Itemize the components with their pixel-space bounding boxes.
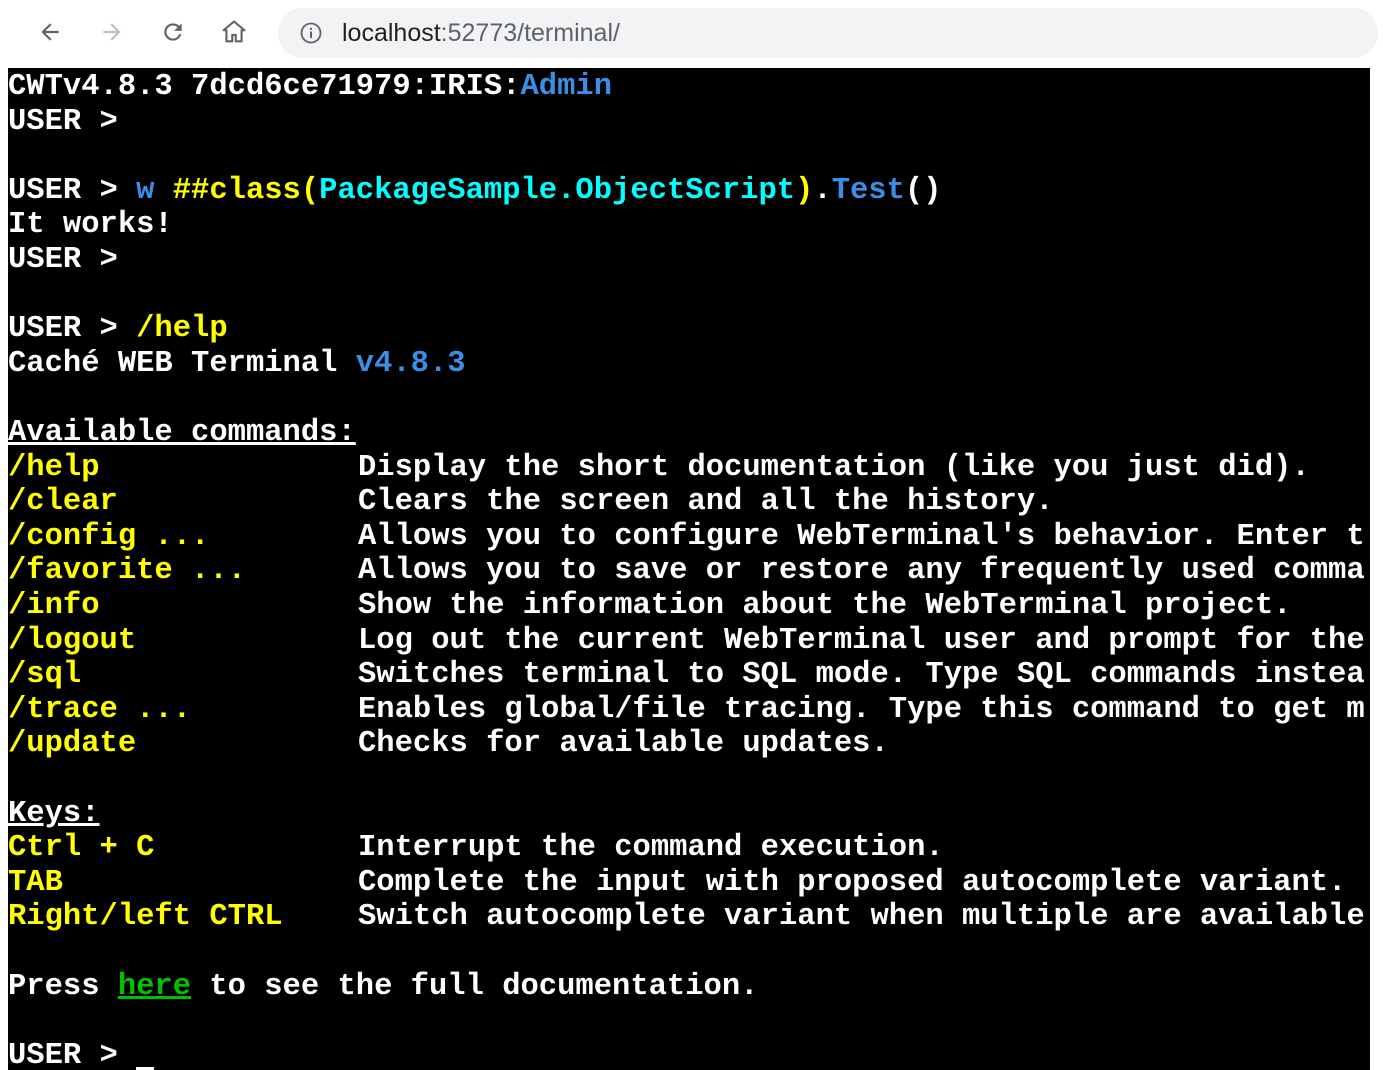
terminal-version: v4.8.3 — [355, 346, 466, 381]
info-icon[interactable] — [300, 22, 322, 44]
cmd-args: () — [904, 173, 942, 208]
command-row: /update Checks for available updates. — [8, 727, 889, 762]
help-command: /help — [136, 312, 228, 347]
command-row: /help Display the short documentation (li… — [8, 450, 1310, 486]
cmd-method: Test — [831, 173, 905, 208]
key-row: Ctrl + C Interrupt the command execution. — [8, 831, 944, 866]
command-description: Display the short documentation (like yo… — [358, 450, 1310, 485]
key-description: Switch autocomplete variant when multipl… — [358, 900, 1365, 935]
command-name: /favorite ... — [8, 554, 246, 589]
command-name: /update — [8, 727, 137, 762]
terminal-title-line: Caché WEB Terminal v4.8.3 — [8, 347, 466, 382]
command-row: /logout Log out the current WebTerminal u… — [8, 623, 1365, 659]
commands-heading: Available commands: — [8, 416, 356, 450]
url-text[interactable]: localhost:52773/terminal/ — [342, 19, 620, 48]
key-name: TAB — [8, 865, 63, 900]
terminal-header-line: CWTv4.8.3 7dcd6ce71979:IRIS:Admin — [8, 70, 612, 105]
keys-heading: Keys: — [8, 796, 100, 831]
output-text: It works! — [8, 208, 173, 243]
command-name: /help — [8, 450, 100, 485]
prompt-line: USER > — [8, 243, 136, 278]
command-line-2: USER > /help — [8, 312, 228, 347]
command-row: /clear Clears the screen and all the hist… — [8, 485, 1054, 520]
url-host: localhost — [342, 18, 441, 47]
cmd-paren-close: ) — [795, 173, 814, 208]
home-icon — [220, 18, 248, 46]
command-description: Show the information about the WebTermin… — [358, 589, 1292, 623]
header-namespace: Admin — [520, 70, 612, 104]
back-button[interactable] — [32, 14, 68, 50]
prompt: USER > — [8, 1038, 137, 1070]
prompt: USER > — [8, 312, 137, 347]
key-name: Right/left CTRL — [8, 900, 283, 935]
documentation-link[interactable]: here — [118, 970, 191, 1004]
key-row: TAB Complete the input with proposed auto… — [8, 865, 1346, 901]
command-name: /logout — [8, 623, 137, 658]
cmd-hash-class: ##class — [172, 173, 301, 208]
cmd-paren-open: ( — [300, 173, 320, 208]
press-prefix: Press — [8, 969, 118, 1004]
cmd-class-name: PackageSample.ObjectScript — [319, 173, 796, 208]
key-row: Right/left CTRL Switch autocomplete varia… — [8, 900, 1365, 935]
forward-icon — [99, 19, 125, 45]
command-description: Enables global/file tracing. Type this c… — [358, 692, 1365, 727]
press-suffix: to see the full documentation. — [191, 969, 759, 1004]
input-prompt-line[interactable]: USER > — [8, 1038, 155, 1070]
command-description: Log out the current WebTerminal user and… — [358, 623, 1365, 658]
prompt: USER > — [8, 243, 137, 277]
forward-button[interactable] — [94, 14, 130, 50]
key-name: Ctrl + C — [8, 831, 155, 866]
prompt: USER > — [8, 104, 137, 139]
prompt: USER > — [8, 173, 137, 208]
command-description: Clears the screen and all the history. — [358, 485, 1054, 520]
command-description: Allows you to configure WebTerminal's be… — [358, 519, 1365, 554]
command-row: /sql Switches terminal to SQL mode. Type … — [8, 658, 1365, 693]
output-line-1: It works! — [8, 208, 173, 243]
key-description: Interrupt the command execution. — [358, 831, 944, 866]
reload-button[interactable] — [155, 14, 191, 50]
command-description: Allows you to save or restore any freque… — [358, 554, 1365, 589]
command-description: Switches terminal to SQL mode. Type SQL … — [358, 658, 1365, 693]
command-row: /config ... Allows you to configure WebTe… — [8, 519, 1365, 555]
reload-icon — [160, 19, 186, 45]
terminal-title: Caché WEB Terminal — [8, 346, 356, 381]
home-button[interactable] — [216, 14, 252, 50]
back-icon — [37, 19, 63, 45]
command-name: /sql — [8, 658, 82, 693]
browser-toolbar: localhost:52773/terminal/ — [0, 0, 1383, 68]
command-row: /trace ... Enables global/file tracing. T… — [8, 692, 1365, 728]
command-row: /info Show the information about the WebT… — [8, 589, 1291, 624]
command-row: /favorite ... Allows you to save or resto… — [8, 554, 1365, 589]
command-name: /info — [8, 589, 100, 623]
command-name: /trace ... — [8, 692, 192, 727]
command-line-1: USER > w ##class(PackageSample.ObjectScr… — [8, 174, 942, 209]
cmd-write: w — [136, 173, 173, 208]
address-bar[interactable]: localhost:52773/terminal/ — [278, 8, 1378, 58]
prompt-line: USER > — [8, 105, 136, 140]
terminal-screen[interactable]: CWTv4.8.3 7dcd6ce71979:IRIS:Admin USER >… — [8, 68, 1370, 1070]
url-path: :52773/terminal/ — [440, 18, 620, 47]
documentation-line: Press here to see the full documentation… — [8, 970, 758, 1005]
command-name: /config ... — [8, 519, 210, 554]
cmd-dot: . — [813, 173, 832, 208]
command-description: Checks for available updates. — [358, 727, 889, 762]
header-prefix: CWTv4.8.3 7dcd6ce71979:IRIS: — [8, 70, 521, 104]
key-description: Complete the input with proposed autocom… — [358, 865, 1347, 900]
command-name: /clear — [8, 485, 118, 520]
